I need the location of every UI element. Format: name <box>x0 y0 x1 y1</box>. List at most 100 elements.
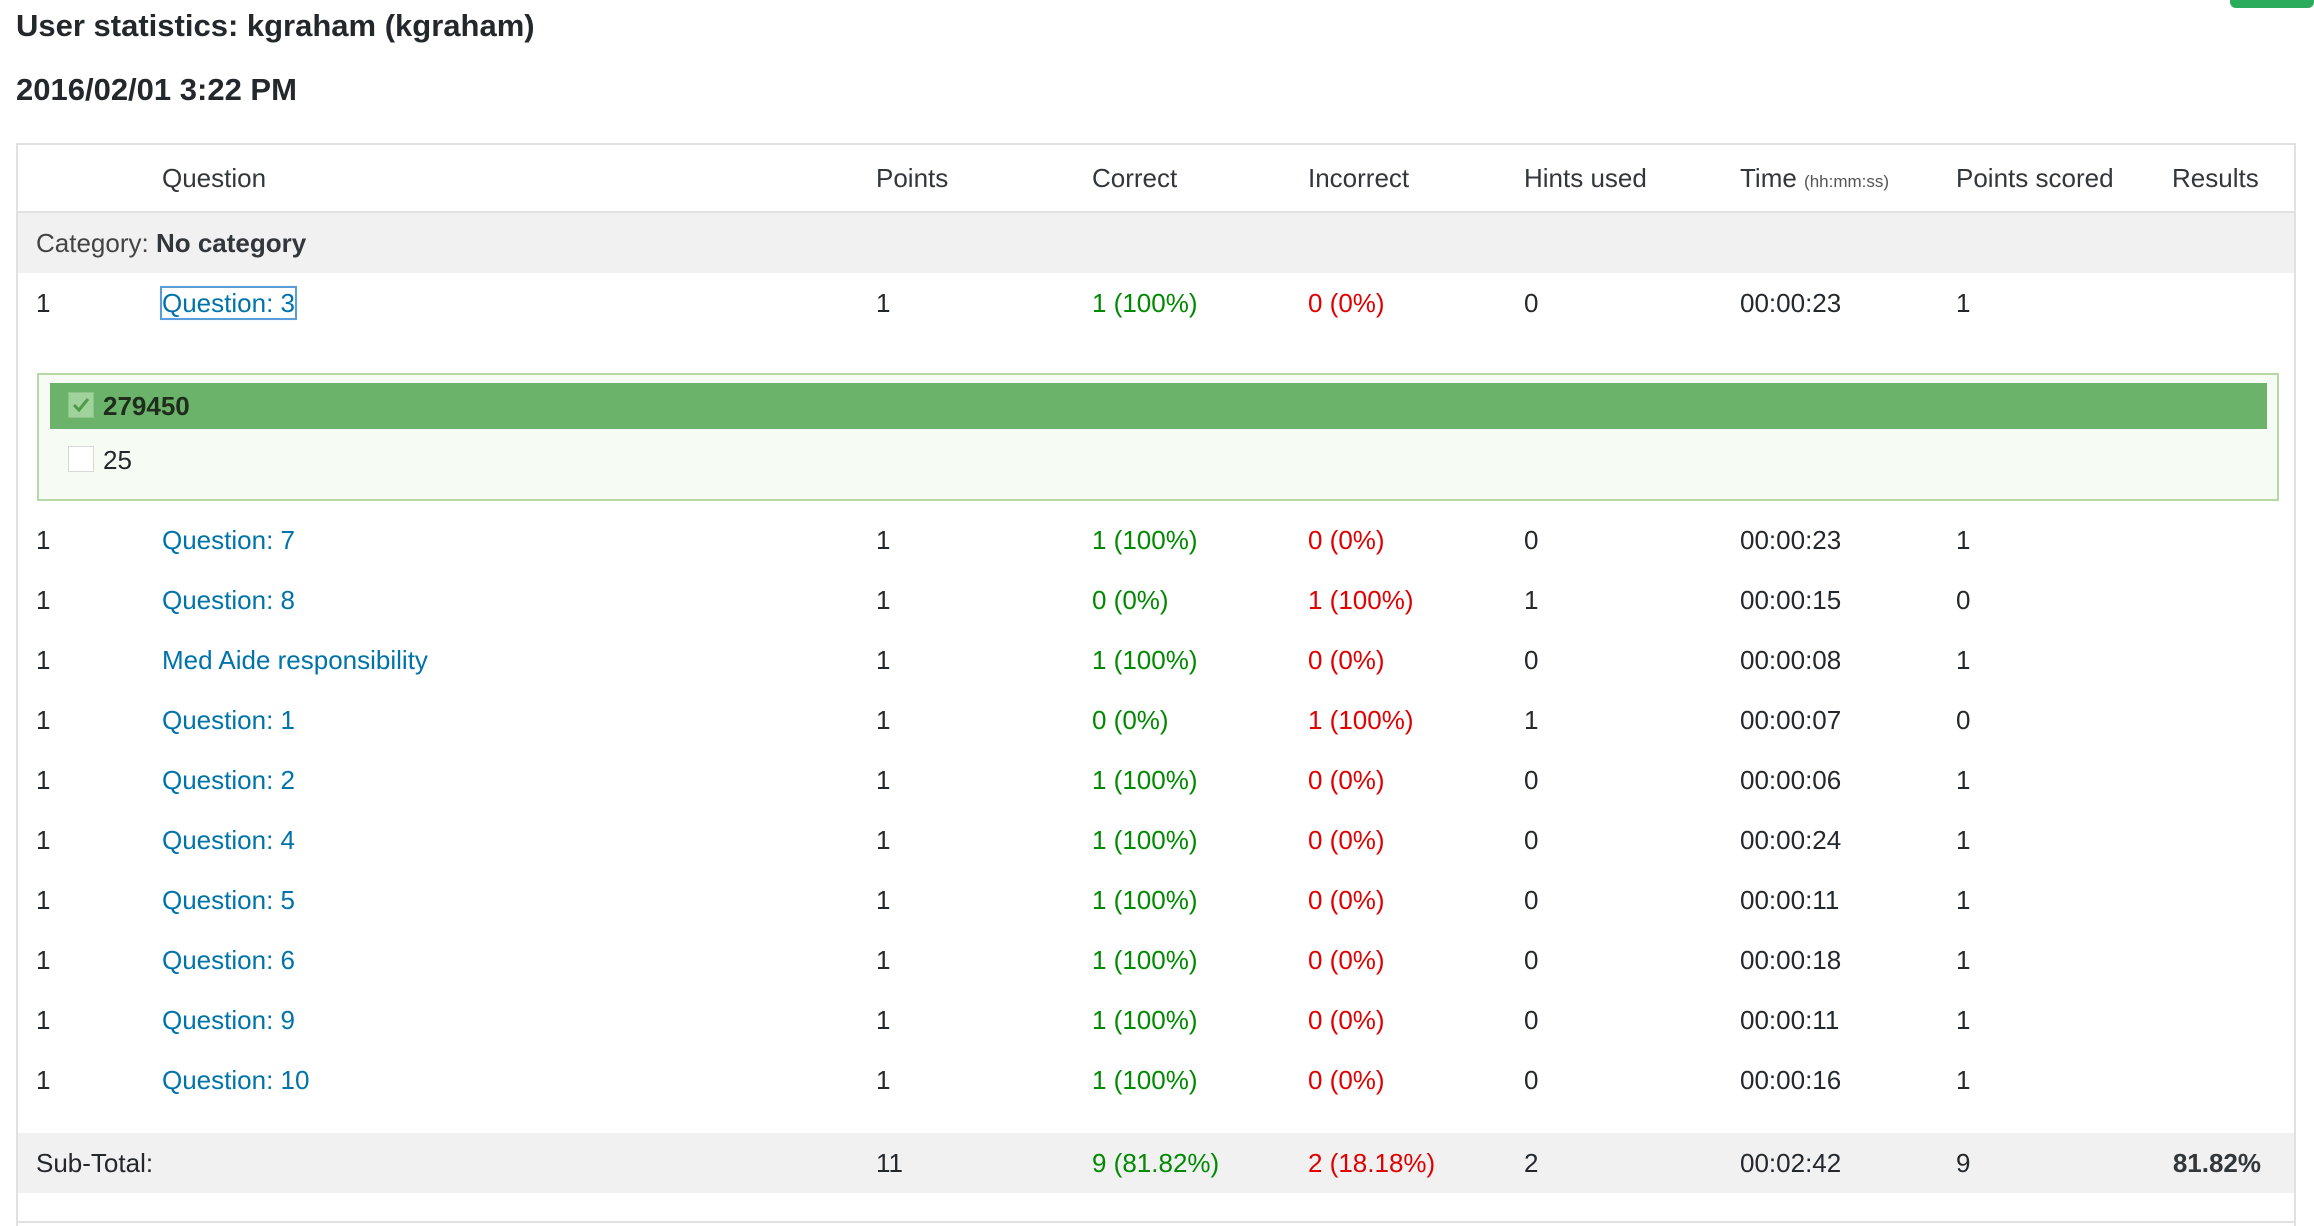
row-hints: 0 <box>1524 525 1539 555</box>
row-incorrect: 0 (0%) <box>1308 765 1385 795</box>
row-points-scored: 1 <box>1956 1065 1971 1095</box>
row-correct: 1 (100%) <box>1092 765 1198 795</box>
row-points: 1 <box>876 945 891 975</box>
row-incorrect: 0 (0%) <box>1308 288 1385 318</box>
row-points: 1 <box>876 645 891 675</box>
row-points: 1 <box>876 585 891 615</box>
table-row: 1 Question: 3 1 1 (100%) 0 (0%) 0 00:00:… <box>18 273 2294 333</box>
row-points: 1 <box>876 1005 891 1035</box>
row-points-scored: 1 <box>1956 885 1971 915</box>
row-number: 1 <box>36 645 51 675</box>
row-points-scored: 1 <box>1956 825 1971 855</box>
row-incorrect: 1 (100%) <box>1308 585 1414 615</box>
row-time: 00:00:24 <box>1740 825 1842 855</box>
category-row: Category: No category <box>18 213 2294 273</box>
row-points-scored: 1 <box>1956 945 1971 975</box>
subtotal-correct: 9 (81.82%) <box>1092 1148 1220 1178</box>
row-hints: 0 <box>1524 1005 1539 1035</box>
header-incorrect: Incorrect <box>1308 163 1410 193</box>
question-link[interactable]: Question: 3 <box>160 286 297 320</box>
question-link[interactable]: Question: 1 <box>162 705 295 735</box>
statistics-table: Question Points Correct Incorrect Hints … <box>16 143 2296 1226</box>
question-link[interactable]: Question: 7 <box>162 525 295 555</box>
question-link[interactable]: Med Aide responsibility <box>162 645 428 675</box>
answer-label: 25 <box>103 445 132 475</box>
question-link[interactable]: Question: 5 <box>162 885 295 915</box>
top-accent-bar <box>2230 0 2314 8</box>
row-points-scored: 1 <box>1956 525 1971 555</box>
row-points: 1 <box>876 1065 891 1095</box>
row-hints: 0 <box>1524 885 1539 915</box>
row-hints: 0 <box>1524 645 1539 675</box>
subtotal-points-scored: 9 <box>1956 1148 1971 1178</box>
subtotal-result: 81.82% <box>2172 1148 2261 1178</box>
row-points: 1 <box>876 825 891 855</box>
table-row: 1 Question: 2 1 1 (100%) 0 (0%) 0 00:00:… <box>18 750 2294 810</box>
user-statistics-page: User statistics: kgraham (kgraham) 2016/… <box>0 0 2314 1226</box>
row-time: 00:00:11 <box>1740 1005 1840 1035</box>
row-correct: 1 (100%) <box>1092 525 1198 555</box>
category-name: No category <box>155 228 307 258</box>
question-link[interactable]: Question: 4 <box>162 825 295 855</box>
row-hints: 1 <box>1524 585 1539 615</box>
row-points-scored: 1 <box>1956 288 1971 318</box>
subtotal-incorrect: 2 (18.18%) <box>1308 1148 1436 1178</box>
row-incorrect: 0 (0%) <box>1308 885 1385 915</box>
checkmark-icon <box>72 398 90 413</box>
table-row: 1 Med Aide responsibility 1 1 (100%) 0 (… <box>18 630 2294 690</box>
row-correct: 1 (100%) <box>1092 288 1198 318</box>
row-hints: 0 <box>1524 288 1539 318</box>
row-number: 1 <box>36 1065 51 1095</box>
row-number: 1 <box>36 945 51 975</box>
question-link[interactable]: Question: 6 <box>162 945 295 975</box>
row-incorrect: 0 (0%) <box>1308 1065 1385 1095</box>
row-points: 1 <box>876 885 891 915</box>
row-points: 1 <box>876 288 891 318</box>
row-points-scored: 0 <box>1956 585 1971 615</box>
question-link[interactable]: Question: 10 <box>162 1065 309 1095</box>
row-points-scored: 1 <box>1956 645 1971 675</box>
subtotal-points: 11 <box>876 1148 903 1178</box>
page-title: User statistics: kgraham (kgraham) <box>16 8 535 43</box>
table-row: 1 Question: 9 1 1 (100%) 0 (0%) 0 00:00:… <box>18 990 2294 1050</box>
subtotal-time: 00:02:42 <box>1740 1148 1842 1178</box>
category-label: Category: No category <box>36 228 307 258</box>
row-correct: 0 (0%) <box>1092 585 1169 615</box>
row-time: 00:00:23 <box>1740 525 1842 555</box>
row-correct: 1 (100%) <box>1092 885 1198 915</box>
table-row: 1 Question: 8 1 0 (0%) 1 (100%) 1 00:00:… <box>18 570 2294 630</box>
answer-checkbox-checked <box>68 392 94 418</box>
table-row: 1 Question: 6 1 1 (100%) 0 (0%) 0 00:00:… <box>18 930 2294 990</box>
table-row: 1 Question: 1 1 0 (0%) 1 (100%) 1 00:00:… <box>18 690 2294 750</box>
row-hints: 0 <box>1524 945 1539 975</box>
table-row: 1 Question: 4 1 1 (100%) 0 (0%) 0 00:00:… <box>18 810 2294 870</box>
table-row: 1 Question: 10 1 1 (100%) 0 (0%) 0 00:00… <box>18 1050 2294 1110</box>
row-number: 1 <box>36 525 51 555</box>
answer-label: 279450 <box>103 391 190 421</box>
row-points-scored: 0 <box>1956 705 1971 735</box>
table-header: Question Points Correct Incorrect Hints … <box>18 145 2294 213</box>
table-row: 1 Question: 5 1 1 (100%) 0 (0%) 0 00:00:… <box>18 870 2294 930</box>
row-number: 1 <box>36 885 51 915</box>
subtotal-hints: 2 <box>1524 1148 1539 1178</box>
row-time: 00:00:11 <box>1740 885 1840 915</box>
header-hints-used: Hints used <box>1524 163 1647 193</box>
answer-details: 279450 25 <box>37 373 2279 501</box>
row-time: 00:00:23 <box>1740 288 1842 318</box>
row-hints: 1 <box>1524 705 1539 735</box>
row-hints: 0 <box>1524 825 1539 855</box>
question-link[interactable]: Question: 9 <box>162 1005 295 1035</box>
header-results: Results <box>2172 163 2259 193</box>
row-time: 00:00:15 <box>1740 585 1842 615</box>
row-time: 00:00:18 <box>1740 945 1842 975</box>
row-incorrect: 0 (0%) <box>1308 525 1385 555</box>
table-row: 1 Question: 7 1 1 (100%) 0 (0%) 0 00:00:… <box>18 510 2294 570</box>
row-incorrect: 0 (0%) <box>1308 825 1385 855</box>
row-points: 1 <box>876 765 891 795</box>
row-points-scored: 1 <box>1956 765 1971 795</box>
row-correct: 1 (100%) <box>1092 825 1198 855</box>
question-link[interactable]: Question: 8 <box>162 585 295 615</box>
question-link[interactable]: Question: 2 <box>162 765 295 795</box>
row-number: 1 <box>36 825 51 855</box>
row-number: 1 <box>36 288 51 318</box>
